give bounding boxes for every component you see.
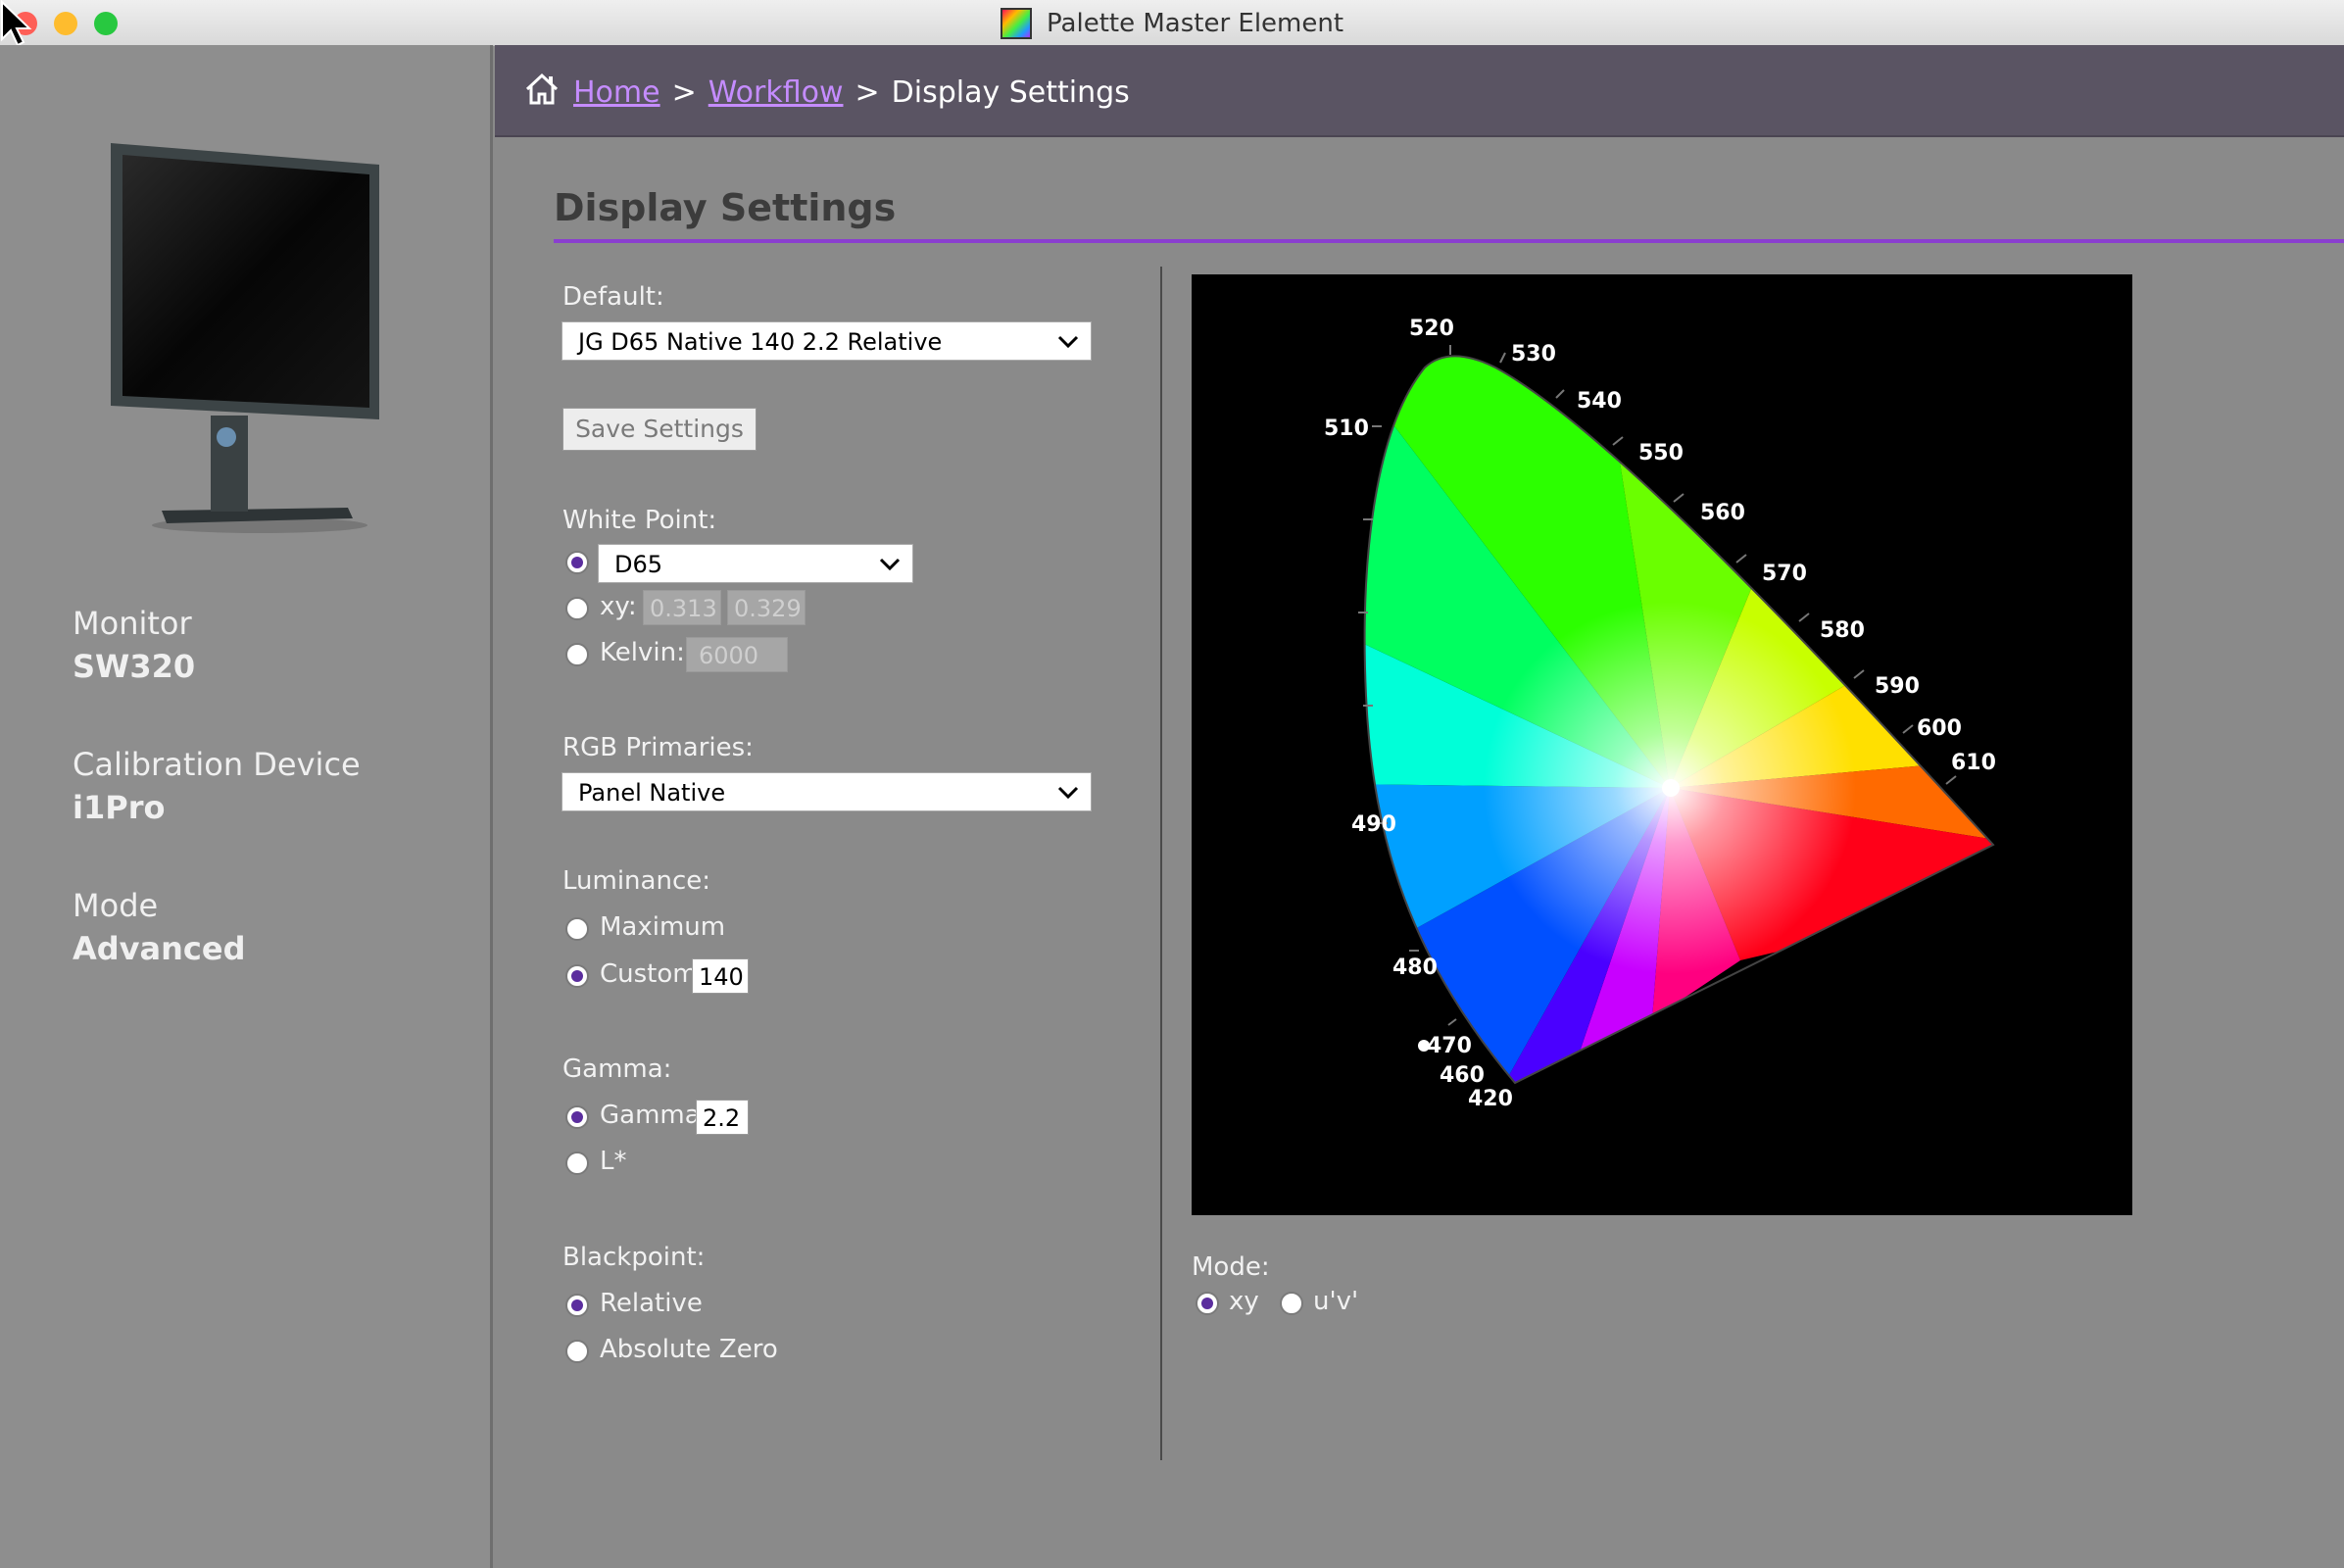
mode-selector-label: Mode: [1192, 1252, 1270, 1282]
wavelength-label: 420 [1468, 1087, 1513, 1111]
home-icon[interactable] [524, 73, 560, 114]
breadcrumb-home-link[interactable]: Home [573, 75, 660, 110]
save-settings-button[interactable]: Save Settings [562, 408, 757, 451]
breadcrumb-bar: Home > Workflow > Display Settings [495, 45, 2344, 137]
luminance-label: Luminance: [562, 866, 710, 896]
wavelength-label: 580 [1820, 618, 1865, 643]
cie-chromaticity-diagram: 520 530 540 550 560 570 580 590 600 610 … [1192, 274, 2132, 1215]
mode-uv-radio[interactable] [1280, 1292, 1303, 1315]
luminance-custom-label: Custom [600, 959, 698, 989]
chevron-down-icon [1057, 786, 1079, 800]
wavelength-label: 590 [1875, 674, 1920, 699]
wavelength-label: 460 [1440, 1063, 1485, 1088]
wavelength-label: 560 [1700, 501, 1745, 525]
monitor-value: SW320 [73, 648, 196, 685]
gamma-gamma-label: Gamma [600, 1101, 701, 1130]
gamma-lstar-label: L* [600, 1147, 627, 1176]
breadcrumb-separator: > [671, 75, 697, 110]
gamma-lstar-radio[interactable] [565, 1152, 589, 1175]
wavelength-label: 480 [1392, 956, 1438, 980]
window-titlebar: Palette Master Element [0, 0, 2344, 46]
breadcrumb-separator: > [855, 75, 880, 110]
rgb-primaries-label: RGB Primaries: [562, 733, 754, 762]
mouse-cursor-icon [0, 0, 32, 47]
breadcrumb-current: Display Settings [891, 75, 1130, 110]
default-preset-value: JG D65 Native 140 2.2 Relative [578, 328, 943, 356]
white-point-xy-radio[interactable] [565, 597, 589, 620]
monitor-label: Monitor [73, 605, 192, 642]
title-divider [554, 239, 2344, 243]
gamma-gamma-radio[interactable] [565, 1105, 589, 1129]
luminance-maximum-radio[interactable] [565, 917, 589, 941]
white-point-kelvin-radio[interactable] [565, 643, 589, 666]
blackpoint-absolute-radio[interactable] [565, 1340, 589, 1363]
wavelength-label: 510 [1324, 416, 1369, 441]
white-point-select[interactable]: D65 [598, 544, 913, 583]
white-point-marker [1662, 779, 1680, 797]
luminance-custom-input[interactable]: 140 [692, 958, 749, 994]
wavelength-label: 550 [1638, 441, 1684, 466]
mode-uv-label: u'v' [1313, 1287, 1359, 1316]
wavelength-label: 570 [1762, 562, 1807, 586]
wavelength-label: 610 [1951, 751, 1996, 775]
gamma-value-input[interactable]: 2.2 [696, 1100, 749, 1135]
mode-value: Advanced [73, 930, 246, 967]
app-icon [1000, 8, 1032, 39]
breadcrumb: Home > Workflow > Display Settings [524, 73, 1130, 114]
blackpoint-relative-radio[interactable] [565, 1294, 589, 1317]
default-label: Default: [562, 282, 664, 312]
rgb-primaries-value: Panel Native [578, 779, 726, 807]
white-point-xy-label: xy: [600, 592, 637, 621]
monitor-image [111, 143, 379, 533]
mode-xy-radio[interactable] [1196, 1292, 1219, 1315]
calibration-device-value: i1Pro [73, 789, 166, 826]
chevron-down-icon [1057, 335, 1079, 349]
vertical-divider [1160, 267, 1162, 1460]
chevron-down-icon [879, 558, 901, 571]
mode-xy-label: xy [1229, 1287, 1259, 1316]
sidebar: Monitor SW320 Calibration Device i1Pro M… [0, 45, 493, 1568]
breadcrumb-workflow-link[interactable]: Workflow [708, 75, 844, 110]
wavelength-label: 470 [1427, 1034, 1472, 1058]
white-point-value: D65 [614, 551, 663, 578]
calibration-device-label: Calibration Device [73, 746, 361, 783]
default-preset-select[interactable]: JG D65 Native 140 2.2 Relative [562, 321, 1092, 361]
white-point-label: White Point: [562, 506, 717, 535]
white-point-kelvin-field[interactable]: 6000 [686, 637, 788, 672]
wavelength-label: 520 [1409, 317, 1454, 341]
blackpoint-label: Blackpoint: [562, 1243, 706, 1272]
window-title: Palette Master Element [1047, 9, 1344, 38]
wavelength-label: 600 [1917, 716, 1962, 741]
mode-label: Mode [73, 887, 159, 924]
wavelength-label: 490 [1351, 812, 1396, 837]
luminance-maximum-label: Maximum [600, 912, 726, 942]
page-title: Display Settings [554, 186, 897, 229]
blackpoint-absolute-label: Absolute Zero [600, 1335, 778, 1364]
luminance-custom-radio[interactable] [565, 964, 589, 988]
white-point-kelvin-label: Kelvin: [600, 638, 685, 667]
wavelength-label: 540 [1577, 389, 1622, 414]
gamma-label: Gamma: [562, 1054, 672, 1084]
white-point-x-field[interactable]: 0.313 [643, 590, 721, 625]
rgb-primaries-select[interactable]: Panel Native [562, 772, 1092, 811]
white-point-preset-radio[interactable] [565, 551, 589, 574]
blackpoint-relative-label: Relative [600, 1289, 703, 1318]
white-point-y-field[interactable]: 0.329 [727, 590, 806, 625]
wavelength-label: 530 [1511, 342, 1556, 367]
